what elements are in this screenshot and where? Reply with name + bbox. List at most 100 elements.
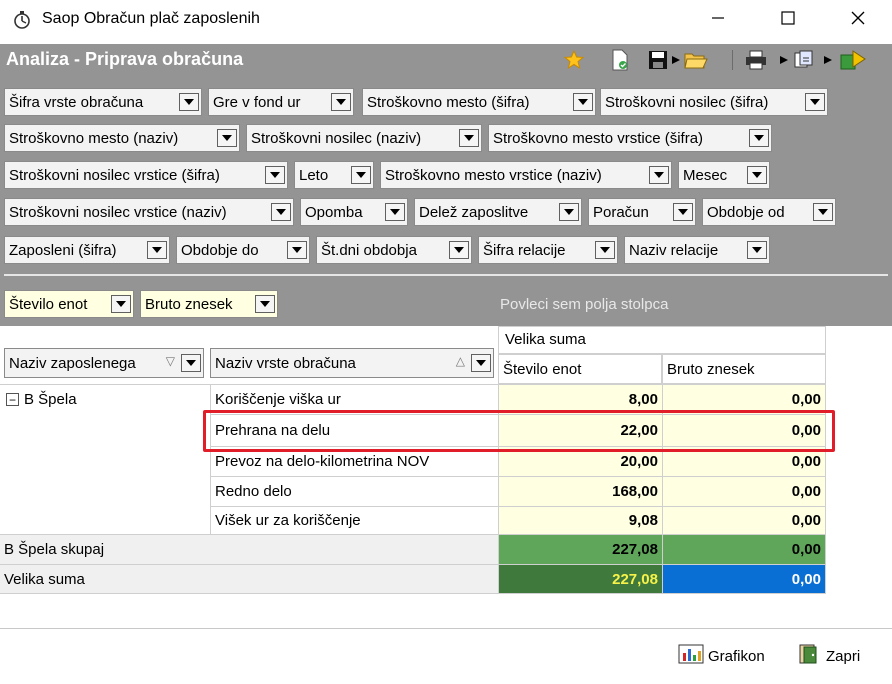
exit-icon[interactable] xyxy=(838,48,868,72)
chevron-down-icon[interactable] xyxy=(111,295,131,313)
table-cell-units[interactable]: 9,08 xyxy=(498,506,662,534)
table-cell-units[interactable]: 8,00 xyxy=(498,384,662,414)
maximize-button[interactable] xyxy=(773,6,803,34)
chevron-down-icon[interactable] xyxy=(179,93,199,111)
chevron-down-icon[interactable] xyxy=(747,166,767,184)
grand-total-gross[interactable]: 0,00 xyxy=(662,564,826,594)
field-strn-vrstice-sifra[interactable]: Stroškovni nosilec vrstice (šifra) xyxy=(4,161,288,189)
field-mesec[interactable]: Mesec xyxy=(678,161,770,189)
collapse-icon[interactable]: − xyxy=(6,393,19,406)
chevron-down-icon[interactable] xyxy=(747,241,767,259)
chevron-down-icon[interactable] xyxy=(449,241,469,259)
field-strm-vrstice-sifra[interactable]: Stroškovno mesto vrstice (šifra) xyxy=(488,124,772,152)
close-window-button[interactable] xyxy=(843,6,873,34)
chevron-down-icon[interactable] xyxy=(559,203,579,221)
field-zaposleni-sifra[interactable]: Zaposleni (šifra) xyxy=(4,236,170,264)
table-cell-gross[interactable]: 0,00 xyxy=(662,476,826,506)
field-strn-naziv[interactable]: Stroškovni nosilec (naziv) xyxy=(246,124,482,152)
field-strn-vrstice-naziv[interactable]: Stroškovni nosilec vrstice (naziv) xyxy=(4,198,294,226)
chevron-down-icon[interactable] xyxy=(255,295,275,313)
chevron-down-icon[interactable] xyxy=(331,93,351,111)
toolbar-separator xyxy=(732,50,733,70)
employee-group-cell: − B Špela xyxy=(0,384,210,534)
chevron-down-icon[interactable] xyxy=(147,241,167,259)
table-cell-gross[interactable]: 0,00 xyxy=(662,446,826,476)
close-door-icon xyxy=(796,643,822,669)
chevron-down-icon[interactable] xyxy=(673,203,693,221)
chevron-down-icon[interactable] xyxy=(573,93,593,111)
arrow-right-icon xyxy=(668,48,684,72)
table-cell-gross[interactable]: 0,00 xyxy=(662,414,826,446)
window-title: Saop Obračun plač zaposlenih xyxy=(42,10,260,27)
table-row-label[interactable]: Redno delo xyxy=(210,476,498,506)
chart-button-label: Grafikon xyxy=(708,647,765,665)
data-field-stevilo-enot[interactable]: Število enot xyxy=(4,290,134,318)
table-cell-units[interactable]: 20,00 xyxy=(498,446,662,476)
chevron-down-icon[interactable] xyxy=(287,241,307,259)
chevron-down-icon[interactable] xyxy=(351,166,371,184)
table-row-label[interactable]: Prevoz na delo-kilometrina NOV xyxy=(210,446,498,476)
maximize-icon xyxy=(781,11,795,29)
table-row-label[interactable]: Koriščenje viška ur xyxy=(210,384,498,414)
subtotal-gross[interactable]: 0,00 xyxy=(662,534,826,564)
grand-total-units[interactable]: 227,08 xyxy=(498,564,662,594)
chevron-down-icon[interactable] xyxy=(181,354,201,372)
chevron-down-icon[interactable] xyxy=(265,166,285,184)
grid-right-blank xyxy=(826,326,892,384)
value-header-gross[interactable]: Bruto znesek xyxy=(662,354,826,384)
field-strm-naziv[interactable]: Stroškovno mesto (naziv) xyxy=(4,124,240,152)
minimize-button[interactable] xyxy=(703,6,733,34)
table-cell-units[interactable]: 168,00 xyxy=(498,476,662,506)
document-check-icon[interactable] xyxy=(608,48,632,72)
export-icon[interactable] xyxy=(792,48,816,72)
field-strm-vrstice-naziv[interactable]: Stroškovno mesto vrstice (naziv) xyxy=(380,161,672,189)
chevron-down-icon[interactable] xyxy=(595,241,615,259)
row-field-naziv-vrste-obracuna[interactable]: Naziv vrste obračuna △ xyxy=(210,348,494,378)
chevron-down-icon[interactable] xyxy=(805,93,825,111)
row-field-naziv-zaposlenega[interactable]: Naziv zaposlenega ▽ xyxy=(4,348,204,378)
field-st-dni-obdobja[interactable]: Št.dni obdobja xyxy=(316,236,472,264)
field-leto[interactable]: Leto xyxy=(294,161,374,189)
minimize-icon xyxy=(711,11,725,29)
chart-button[interactable]: Grafikon xyxy=(678,642,765,670)
value-header-units[interactable]: Število enot xyxy=(498,354,662,384)
field-delez-zaposlitve[interactable]: Delež zaposlitve xyxy=(414,198,582,226)
field-strn-sifra[interactable]: Stroškovni nosilec (šifra) xyxy=(600,88,828,116)
field-sifra-relacije[interactable]: Šifra relacije xyxy=(478,236,618,264)
column-group-header[interactable]: Velika suma xyxy=(498,326,826,354)
chevron-down-icon[interactable] xyxy=(813,203,833,221)
table-cell-units[interactable]: 22,00 xyxy=(498,414,662,446)
chevron-down-icon[interactable] xyxy=(649,166,669,184)
field-obdobje-do[interactable]: Obdobje do xyxy=(176,236,310,264)
employee-name: B Špela xyxy=(24,391,77,408)
favorite-star-icon[interactable] xyxy=(562,48,586,72)
grand-total-label: Velika suma xyxy=(0,564,498,594)
save-icon[interactable] xyxy=(646,48,670,72)
close-button[interactable]: Zapri xyxy=(796,642,860,670)
table-row-label[interactable]: Višek ur za koriščenje xyxy=(210,506,498,534)
field-obdobje-od[interactable]: Obdobje od xyxy=(702,198,836,226)
table-cell-gross[interactable]: 0,00 xyxy=(662,384,826,414)
open-folder-icon[interactable] xyxy=(684,48,708,72)
sort-desc-icon: ▽ xyxy=(165,354,175,368)
field-poracun[interactable]: Poračun xyxy=(588,198,696,226)
field-strm-sifra[interactable]: Stroškovno mesto (šifra) xyxy=(362,88,596,116)
sort-asc-icon: △ xyxy=(455,354,465,368)
chevron-down-icon[interactable] xyxy=(471,354,491,372)
chevron-down-icon[interactable] xyxy=(385,203,405,221)
chevron-down-icon[interactable] xyxy=(217,129,237,147)
table-row-label[interactable]: Prehrana na delu xyxy=(210,414,498,446)
chevron-down-icon[interactable] xyxy=(749,129,769,147)
subtotal-units[interactable]: 227,08 xyxy=(498,534,662,564)
table-cell-gross[interactable]: 0,00 xyxy=(662,506,826,534)
chevron-down-icon[interactable] xyxy=(271,203,291,221)
page-title: Analiza - Priprava obračuna xyxy=(6,49,244,69)
chevron-down-icon[interactable] xyxy=(459,129,479,147)
stopwatch-icon xyxy=(12,10,32,30)
printer-icon[interactable] xyxy=(744,48,768,72)
field-gre-v-fond-ur[interactable]: Gre v fond ur xyxy=(208,88,354,116)
field-sifra-vrste-obracuna[interactable]: Šifra vrste obračuna xyxy=(4,88,202,116)
data-field-bruto-znesek[interactable]: Bruto znesek xyxy=(140,290,278,318)
field-naziv-relacije[interactable]: Naziv relacije xyxy=(624,236,770,264)
field-opomba[interactable]: Opomba xyxy=(300,198,408,226)
